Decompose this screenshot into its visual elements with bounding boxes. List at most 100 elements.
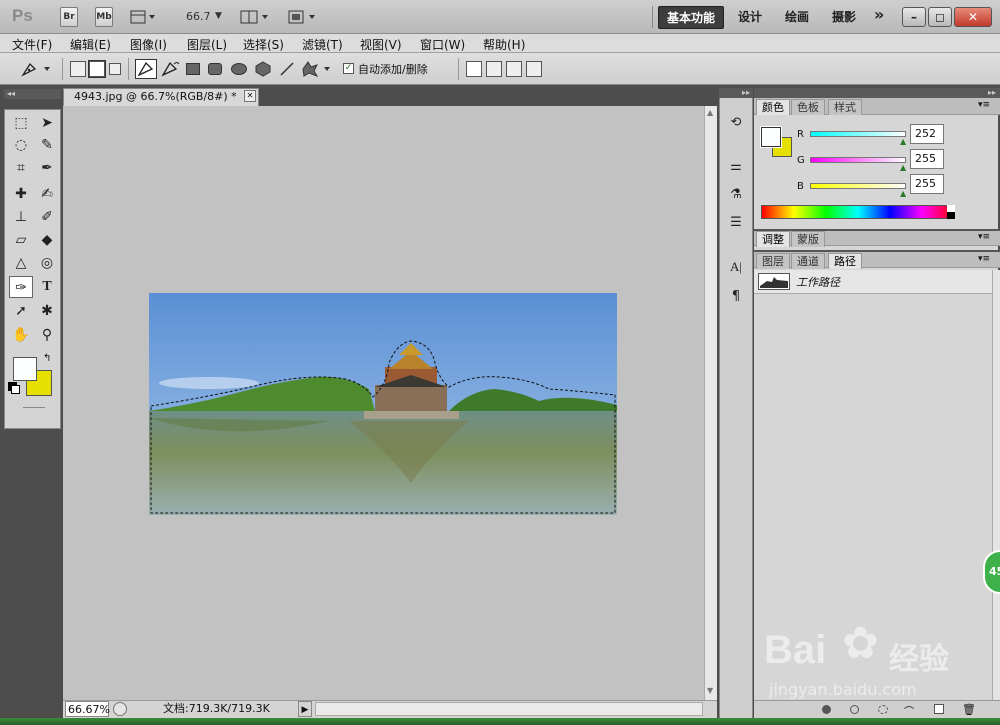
polygon-shape-icon[interactable] [254,61,272,77]
rounded-rectangle-shape-icon[interactable] [208,63,222,75]
tab-color[interactable]: 颜色 [756,99,790,115]
crop-tool[interactable]: ⌗ [9,157,33,179]
color-panel-menu-icon[interactable]: ▾≡ [978,100,990,110]
vertical-scrollbar[interactable]: ▲ ▼ [704,106,717,700]
zoom-percentage-field[interactable]: 66.67% [65,701,110,717]
minimize-button[interactable]: – [902,7,926,27]
menu-layer[interactable]: 图层(L) [187,36,227,53]
horizontal-scrollbar[interactable] [315,702,703,716]
tab-channels[interactable]: 通道 [791,253,825,269]
view-extras-button[interactable] [130,9,156,25]
line-shape-icon[interactable] [279,61,295,77]
make-work-path-icon[interactable]: ⌒ [904,703,914,718]
tab-masks[interactable]: 蒙版 [791,231,825,247]
canvas-area[interactable] [63,106,704,700]
path-list-item[interactable]: 工作路径 [754,270,992,294]
quick-selection-tool[interactable]: ✎ [35,134,59,156]
move-tool[interactable]: ➤ [35,112,59,134]
spot-healing-tool[interactable]: ✚ [9,183,33,205]
default-colors-icon[interactable] [11,385,20,394]
mini-bridge-button[interactable]: Mb [95,7,113,27]
custom-shape-tool[interactable]: ✱ [35,300,59,322]
menu-view[interactable]: 视图(V) [360,36,402,53]
scroll-up-icon[interactable]: ▲ [707,108,713,117]
eyedropper-tool[interactable]: ✒ [35,157,59,179]
pen-tool[interactable]: ✑ [9,276,33,298]
side-badge[interactable]: 45 [983,550,1000,594]
bridge-button[interactable]: Br [60,7,78,27]
channel-b-value[interactable]: 255 [910,174,944,194]
history-brush-tool[interactable]: ✐ [35,206,59,228]
zoom-dropdown-icon[interactable]: ▼ [215,11,222,21]
workspace-photography[interactable]: 摄影 [832,8,856,25]
workspace-essentials[interactable]: 基本功能 [658,6,725,29]
character-panel-icon[interactable]: A| [725,256,747,278]
pen-tool-option[interactable] [135,59,157,79]
clone-stamp-tool[interactable]: ⊥ [9,206,33,228]
status-menu-arrow-icon[interactable]: ▶ [298,701,312,717]
layers-panel-menu-icon[interactable]: ▾≡ [978,254,990,264]
menu-edit[interactable]: 编辑(E) [70,36,111,53]
path-selection-tool[interactable]: ➚ [9,300,33,322]
spectrum-white-black-swatch[interactable] [947,205,955,219]
arrange-documents-button[interactable] [240,9,272,25]
combine-shape-icon[interactable] [466,61,482,77]
document-image[interactable] [149,293,617,515]
clone-source-panel-icon[interactable]: ⚗ [725,184,747,206]
screen-mode-button[interactable] [287,9,319,25]
channel-g-thumb-icon[interactable]: ▲ [900,163,906,172]
color-spectrum-bar[interactable] [761,205,955,219]
stroke-path-icon[interactable] [850,705,859,714]
channel-b-slider[interactable] [810,183,906,189]
ellipse-shape-icon[interactable] [231,63,247,75]
channel-r-value[interactable]: 252 [910,124,944,144]
history-panel-icon[interactable]: ⟲ [725,112,747,134]
zoom-tool[interactable]: ⚲ [35,324,59,346]
intersect-shape-icon[interactable] [506,61,522,77]
tab-adjustments[interactable]: 调整 [756,231,790,247]
icon-strip-header[interactable]: ▸▸ [719,88,753,98]
panels-header[interactable]: ▸▸ [754,88,1000,98]
new-path-icon[interactable] [934,704,944,714]
adjustments-panel-menu-icon[interactable]: ▾≡ [978,232,990,242]
hand-tool[interactable]: ✋ [9,324,33,346]
tab-layers[interactable]: 图层 [756,253,790,269]
workspace-painting[interactable]: 绘画 [785,8,809,25]
menu-filter[interactable]: 滤镜(T) [302,36,343,53]
fill-pixels-mode-icon[interactable] [109,63,121,75]
exclude-shape-icon[interactable] [526,61,542,77]
workspace-design[interactable]: 设计 [738,8,762,25]
status-options-icon[interactable] [113,702,127,716]
document-tab[interactable]: 4943.jpg @ 66.7%(RGB/8#) * ✕ [63,88,259,106]
tab-swatches[interactable]: 色板 [791,99,825,115]
paths-mode-icon[interactable] [88,60,106,78]
color-fg-swatch[interactable] [760,126,782,148]
lasso-tool[interactable]: ◌ [9,134,33,156]
paragraph-panel-icon[interactable]: ¶ [725,286,747,308]
menu-select[interactable]: 选择(S) [243,36,284,53]
scroll-down-icon[interactable]: ▼ [707,686,713,695]
paint-bucket-tool[interactable]: ◆ [35,229,59,251]
menu-file[interactable]: 文件(F) [12,36,52,53]
blur-tool[interactable]: △ [9,252,33,274]
tab-paths[interactable]: 路径 [828,253,862,269]
restore-button[interactable]: ◻ [928,7,952,27]
brush-presets-panel-icon[interactable]: ⚌ [725,156,747,178]
channel-g-slider[interactable] [810,157,906,163]
channel-r-slider[interactable] [810,131,906,137]
menu-image[interactable]: 图像(I) [130,36,167,53]
brush-tool[interactable]: ✍ [35,183,59,205]
rectangle-shape-icon[interactable] [186,63,200,75]
tool-preset-picker[interactable] [20,60,56,78]
dodge-tool[interactable]: ◎ [35,252,59,274]
tab-styles[interactable]: 样式 [828,99,862,115]
shape-layers-mode-icon[interactable] [70,61,86,77]
type-tool[interactable]: T [35,276,59,298]
menu-window[interactable]: 窗口(W) [420,36,465,53]
freeform-pen-option[interactable] [160,60,180,78]
delete-path-icon[interactable]: 🗑 [962,703,976,716]
channel-r-thumb-icon[interactable]: ▲ [900,137,906,146]
zoom-level-field[interactable]: 66.7 [186,10,211,23]
document-close-icon[interactable]: ✕ [244,90,256,102]
menu-help[interactable]: 帮助(H) [483,36,525,53]
